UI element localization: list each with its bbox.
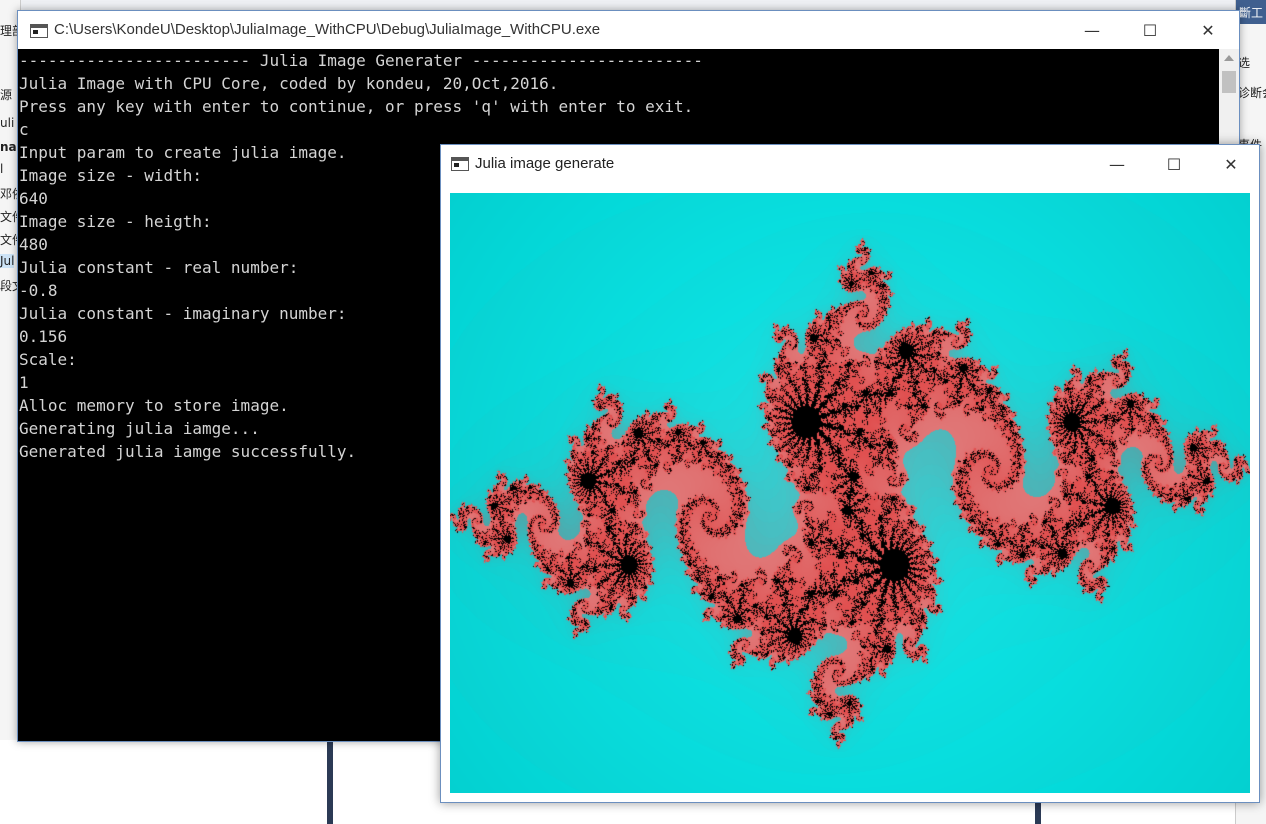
- maximize-button[interactable]: ☐: [1121, 11, 1179, 49]
- console-line: 0.156: [19, 327, 68, 346]
- console-line: Input param to create julia image.: [19, 143, 347, 162]
- console-line: Generating julia iamge...: [19, 419, 260, 438]
- console-line: Generated julia iamge successfully.: [19, 442, 357, 461]
- console-line: Julia constant - imaginary number:: [19, 304, 347, 323]
- julia-image: [450, 193, 1250, 793]
- console-line: Scale:: [19, 350, 77, 369]
- julia-app-icon: [451, 157, 469, 171]
- ide-fragment: l: [0, 162, 4, 176]
- minimize-button[interactable]: —: [1063, 11, 1121, 49]
- console-line: Alloc memory to store image.: [19, 396, 289, 415]
- close-button[interactable]: ✕: [1202, 145, 1260, 183]
- scroll-thumb[interactable]: [1222, 71, 1236, 93]
- julia-title: Julia image generate: [475, 155, 615, 172]
- console-line: Julia constant - real number:: [19, 258, 299, 277]
- scroll-up-icon[interactable]: [1224, 55, 1234, 61]
- ide-fragment: na: [0, 140, 17, 154]
- console-line: 640: [19, 189, 48, 208]
- console-line: Julia Image with CPU Core, coded by kond…: [19, 74, 559, 93]
- console-line: 480: [19, 235, 48, 254]
- console-line: Image size - width:: [19, 166, 203, 185]
- console-line: Press any key with enter to continue, or…: [19, 97, 694, 116]
- ide-fragment: 源: [0, 88, 13, 102]
- console-title: C:\Users\KondeU\Desktop\JuliaImage_WithC…: [54, 21, 601, 38]
- ide-divider: [327, 740, 333, 824]
- console-line: Image size - heigth:: [19, 212, 212, 231]
- console-app-icon: [30, 24, 48, 38]
- ide-fragment: 诊断会: [1238, 86, 1266, 100]
- console-line: c: [19, 120, 29, 139]
- close-button[interactable]: ✕: [1179, 11, 1237, 49]
- ide-titlebar-fragment: 斷工: [1236, 0, 1266, 24]
- console-line: ------------------------ Julia Image Gen…: [19, 51, 703, 70]
- julia-window[interactable]: Julia image generate — ☐ ✕: [440, 144, 1260, 803]
- console-line: 1: [19, 373, 29, 392]
- julia-fractal-canvas: [450, 193, 1250, 793]
- ide-fragment: Jul: [0, 254, 15, 268]
- minimize-button[interactable]: —: [1088, 145, 1146, 183]
- ide-fragment: uli: [0, 116, 15, 130]
- console-titlebar[interactable]: C:\Users\KondeU\Desktop\JuliaImage_WithC…: [18, 11, 1239, 49]
- julia-titlebar[interactable]: Julia image generate — ☐ ✕: [441, 145, 1259, 183]
- console-line: -0.8: [19, 281, 58, 300]
- maximize-button[interactable]: ☐: [1145, 145, 1203, 183]
